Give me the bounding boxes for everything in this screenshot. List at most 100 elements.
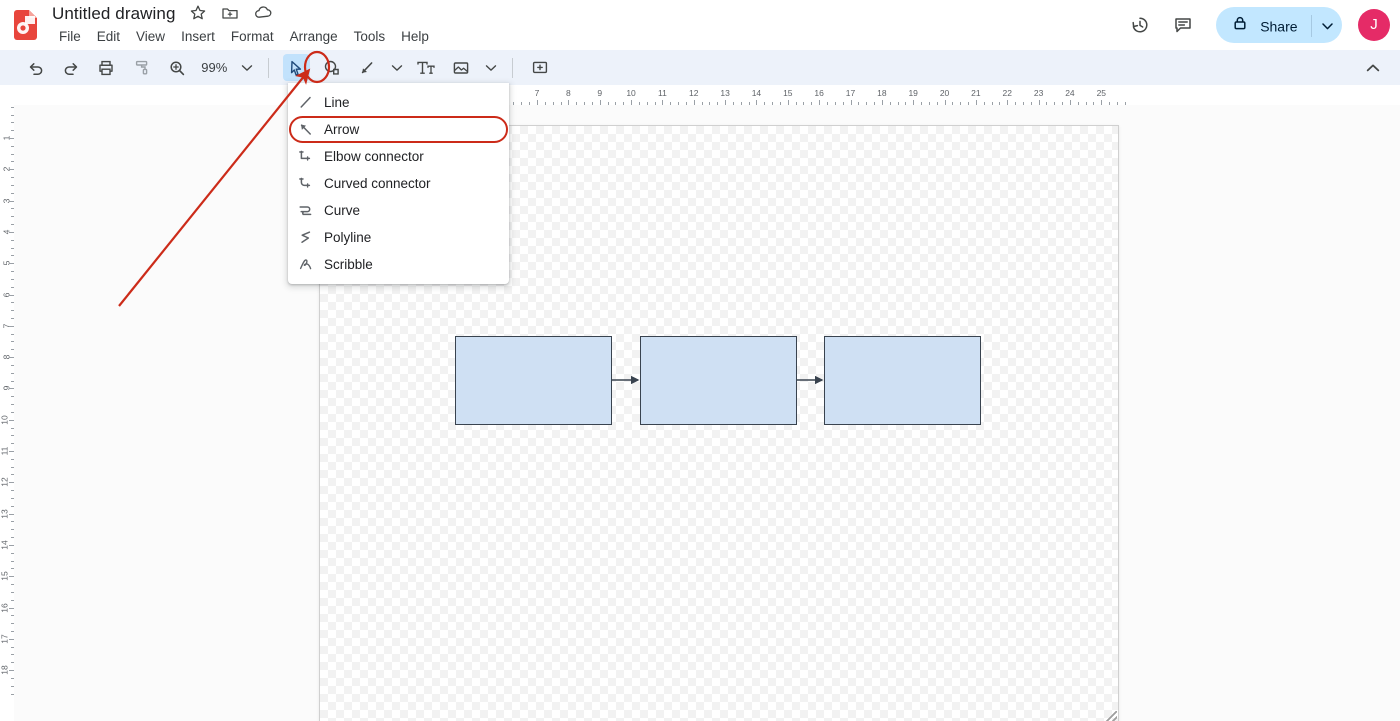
ruler-h-label: 25	[1096, 88, 1107, 98]
ruler-v-label: 18	[0, 665, 10, 675]
vertical-ruler[interactable]: 1 2 3 4 5 6 7 8 9 10 11 12 13 14 15 16 17 18	[0, 105, 14, 721]
arrow-icon	[296, 116, 318, 143]
ruler-v-label: 13	[0, 508, 10, 519]
ruler-h-label: 22	[1002, 88, 1012, 98]
ruler-h-label: 20	[939, 88, 950, 98]
ruler-h-label: 16	[814, 88, 824, 98]
horizontal-ruler[interactable]: 7 8 9 10 11 12 13 14 15 16 17 18 19 20 21 22 23 24 25	[14, 85, 1400, 105]
cloud-saved-icon[interactable]	[254, 4, 274, 24]
shape-tool-button[interactable]	[318, 54, 345, 81]
line-tool-button[interactable]	[354, 54, 381, 81]
menu-edit[interactable]: Edit	[90, 26, 127, 48]
ruler-h-label: 15	[783, 88, 793, 98]
document-title[interactable]: Untitled drawing	[52, 3, 176, 25]
line-dropdown-item-label: Scribble	[324, 257, 373, 272]
add-comment-button[interactable]	[526, 54, 553, 81]
line-dropdown-item-elbow-connector[interactable]: Elbow connector	[288, 143, 509, 170]
line-dropdown-item-polyline[interactable]: Polyline	[288, 224, 509, 251]
share-label: Share	[1260, 18, 1298, 35]
image-tool-button[interactable]	[448, 54, 475, 81]
rectangle-2[interactable]	[640, 336, 797, 425]
menu-help[interactable]: Help	[394, 26, 436, 48]
line-tool-caret-icon[interactable]	[387, 54, 406, 81]
line-dropdown-item-label: Line	[324, 95, 350, 110]
line-dropdown-item-arrow[interactable]: Arrow	[288, 116, 509, 143]
ruler-h-label: 13	[720, 88, 730, 98]
google-drawings-icon	[14, 10, 40, 40]
ruler-corner	[0, 85, 14, 105]
undo-button[interactable]	[22, 54, 49, 81]
menu-file[interactable]: File	[52, 26, 88, 48]
title-block: Untitled drawing File Edit View Insert F…	[52, 3, 438, 48]
ruler-h-label: 10	[626, 88, 636, 98]
line-dropdown-item-scribble[interactable]: Scribble	[288, 251, 509, 278]
line-tool-dropdown[interactable]: Line Arrow Elbow connector Curved connector…	[288, 83, 509, 284]
curve-icon	[296, 197, 318, 224]
print-button[interactable]	[93, 54, 120, 81]
ruler-h-label: 7	[534, 88, 540, 98]
zoom-caret-icon[interactable]	[238, 54, 257, 81]
ruler-h-label: 11	[657, 88, 667, 98]
line-dropdown-item-label: Curve	[324, 203, 361, 218]
move-to-folder-icon[interactable]	[221, 4, 241, 24]
share-button-main[interactable]: Share	[1216, 7, 1310, 43]
zoom-icon[interactable]	[164, 54, 191, 81]
line-dropdown-item-label: Curved connector	[324, 176, 431, 191]
share-caret-icon[interactable]	[1312, 8, 1342, 44]
google-drawings-window: Untitled drawing File Edit View Insert F…	[0, 0, 1400, 721]
select-tool-button[interactable]	[282, 54, 310, 81]
ruler-h-label: 19	[908, 88, 918, 98]
ruler-v-label: 10	[0, 414, 10, 425]
ruler-h-label: 17	[845, 88, 856, 98]
menu-view[interactable]: View	[129, 26, 172, 48]
image-tool-caret-icon[interactable]	[481, 54, 500, 81]
toolbar-divider-1	[268, 58, 270, 78]
line-dropdown-item-label: Elbow connector	[324, 149, 424, 164]
work-area[interactable]	[14, 105, 1400, 721]
curved-connector-icon	[296, 170, 318, 197]
line-dropdown-item-curved-connector[interactable]: Curved connector	[288, 170, 509, 197]
line-dropdown-item-label: Polyline	[324, 230, 372, 245]
menu-tools[interactable]: Tools	[347, 26, 393, 48]
ruler-v-label: 15	[0, 571, 10, 581]
collapse-toolbar-button[interactable]	[1359, 54, 1386, 81]
ruler-h-label: 8	[565, 88, 571, 98]
ruler-h-label: 12	[689, 88, 699, 98]
line-dropdown-item-label: Arrow	[324, 122, 360, 137]
line-dropdown-item-line[interactable]: Line	[288, 89, 509, 116]
lock-icon	[1232, 17, 1252, 34]
zoom-value[interactable]: 99%	[197, 50, 233, 85]
ruler-h-label: 24	[1065, 88, 1075, 98]
version-history-icon[interactable]	[1121, 6, 1159, 44]
ruler-v-label: 16	[0, 602, 10, 613]
toolbar: 99%	[0, 50, 1400, 85]
polyline-icon	[296, 224, 318, 251]
line-icon	[296, 89, 318, 116]
avatar[interactable]: J	[1358, 9, 1390, 41]
ruler-h-label: 14	[751, 88, 762, 98]
ruler-h-label: 18	[877, 88, 887, 98]
toolbar-divider-2	[511, 58, 513, 78]
canvas-resize-handle[interactable]	[1105, 711, 1117, 721]
star-icon[interactable]	[189, 4, 209, 24]
title-action-icons	[189, 4, 282, 24]
scribble-icon	[296, 251, 318, 278]
menu-insert[interactable]: Insert	[174, 26, 222, 48]
redo-button[interactable]	[57, 54, 84, 81]
rectangle-3[interactable]	[824, 336, 981, 425]
comment-icon[interactable]	[1164, 6, 1202, 44]
ruler-h-label: 23	[1033, 88, 1044, 98]
ruler-h-label: 9	[597, 88, 603, 98]
menu-arrange[interactable]: Arrange	[283, 26, 345, 48]
share-button[interactable]: Share	[1216, 7, 1342, 44]
paint-format-button[interactable]	[128, 54, 155, 81]
ruler-v-label: 14	[0, 540, 10, 550]
ruler-v-label: 17	[0, 634, 10, 644]
line-dropdown-item-curve[interactable]: Curve	[288, 197, 509, 224]
text-box-tool-button[interactable]	[412, 54, 439, 81]
rectangle-1[interactable]	[455, 336, 612, 425]
menu-format[interactable]: Format	[224, 26, 281, 48]
menu-bar: File Edit View Insert Format Arrange Tools Help	[52, 26, 438, 48]
ruler-v-label: 12	[0, 477, 10, 488]
ruler-h-label: 21	[971, 88, 981, 98]
